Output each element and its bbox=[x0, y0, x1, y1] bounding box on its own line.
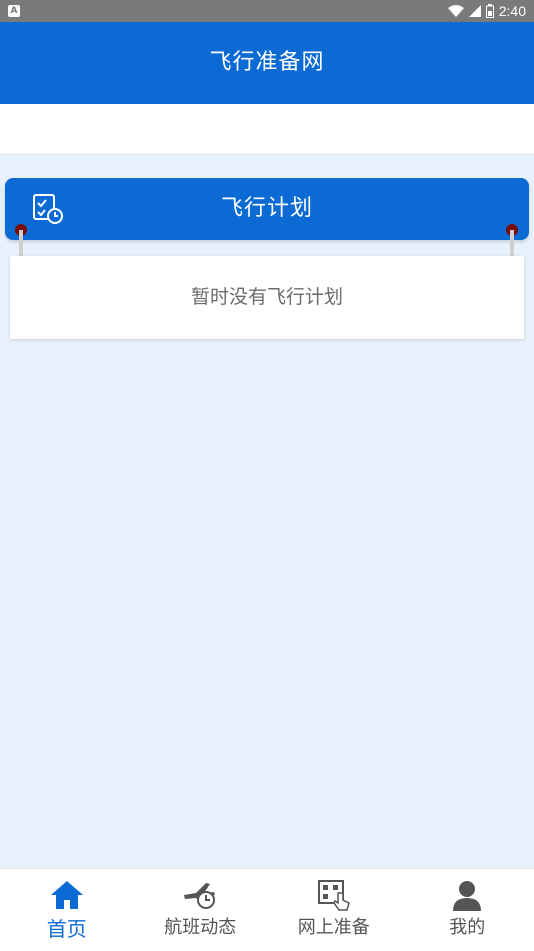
nav-home-label: 首页 bbox=[0, 913, 134, 942]
app-bar: 飞行准备网 bbox=[0, 22, 534, 104]
nav-profile[interactable]: 我的 bbox=[401, 869, 534, 951]
flight-plan-title: 飞行计划 bbox=[5, 178, 529, 240]
nav-flight-status[interactable]: 航班动态 bbox=[134, 869, 268, 951]
nav-profile-label: 我的 bbox=[401, 913, 534, 939]
home-icon bbox=[49, 879, 85, 911]
status-time: 2:40 bbox=[499, 3, 526, 19]
flight-plan-header[interactable]: 飞行计划 bbox=[5, 178, 529, 240]
plane-clock-icon bbox=[182, 879, 218, 911]
user-icon bbox=[449, 879, 485, 911]
nav-flight-status-label: 航班动态 bbox=[134, 913, 268, 939]
status-icons: 2:40 bbox=[448, 0, 526, 22]
nav-home[interactable]: 首页 bbox=[0, 869, 134, 951]
bottom-nav: 首页 航班动态 网上准备 我的 bbox=[0, 868, 534, 951]
empty-plan-message: 暂时没有飞行计划 bbox=[10, 256, 524, 339]
signal-icon bbox=[469, 5, 481, 17]
flight-plan-body: 暂时没有飞行计划 bbox=[10, 256, 524, 339]
nav-online-prep[interactable]: 网上准备 bbox=[267, 869, 401, 951]
nav-online-prep-label: 网上准备 bbox=[267, 913, 401, 939]
battery-icon bbox=[486, 4, 494, 18]
qr-touch-icon bbox=[316, 879, 352, 911]
app-title: 飞行准备网 bbox=[0, 22, 534, 104]
status-bar: A 2:40 bbox=[0, 0, 534, 22]
wifi-icon bbox=[448, 5, 464, 17]
notification-icon: A bbox=[8, 5, 20, 17]
banner-area bbox=[0, 104, 534, 155]
